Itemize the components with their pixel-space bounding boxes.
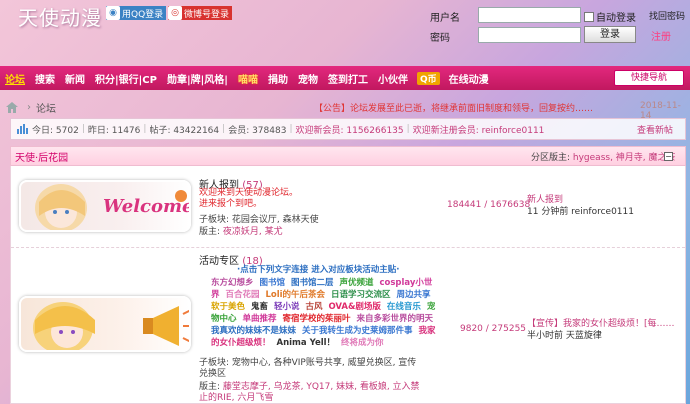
breadcrumb-separator: ›: [27, 101, 31, 113]
nav-item-meow[interactable]: 喵喵: [233, 71, 263, 86]
username-input[interactable]: [478, 7, 581, 23]
forum-row-newbie: Welcome 新人报到 (57) 欢迎来到天使动漫论坛。 进来报个到吧。 子板…: [11, 166, 685, 248]
remember-me[interactable]: 自动登录: [584, 9, 636, 24]
remember-checkbox[interactable]: [584, 11, 594, 22]
register-link[interactable]: 注册: [651, 28, 671, 43]
stat-members: 会员: 378483: [228, 125, 287, 136]
forum-subforums[interactable]: 子板块: 宠物中心, 各种VIP账号共享, 威望兑换区, 宣传兑换区: [199, 358, 419, 380]
event-link[interactable]: 寄宿学校的茱丽叶: [282, 314, 350, 324]
nav-item-points[interactable]: 积分|银行|CP: [90, 71, 162, 86]
forum-desc-line2: 进来报个到吧。: [199, 199, 263, 209]
qq-icon: ◉: [106, 6, 120, 20]
forum-last-post: 【宣传】我家的女仆超级烦！[每…… 半小时前 天蓝旋律: [527, 318, 675, 342]
welcome-banner-text: Welcome: [103, 196, 191, 217]
weibo-login-button[interactable]: ◎ 微博号登录: [168, 6, 233, 20]
password-label: 密码: [430, 33, 450, 44]
forum-moderators-names[interactable]: 夜凉妖月, 某尤: [223, 227, 283, 237]
login-button[interactable]: 登录: [584, 26, 636, 43]
nav-item-forum[interactable]: 论坛: [0, 71, 30, 86]
event-link[interactable]: 来自多彩世界的明天: [356, 314, 433, 324]
view-new-posts-link[interactable]: 查看新帖: [637, 123, 673, 136]
weibo-icon: ◎: [168, 6, 182, 20]
breadcrumb-current[interactable]: 论坛: [36, 100, 56, 115]
last-post-title[interactable]: 新人报到: [527, 194, 634, 206]
collapse-icon[interactable]: −: [664, 151, 673, 161]
nav-item-online-anime[interactable]: 在线动漫: [444, 71, 494, 86]
event-link[interactable]: 图书馆: [259, 278, 285, 288]
forum-thumbnail-welcome[interactable]: Welcome: [19, 180, 191, 232]
announcement-text[interactable]: 【公告】论坛发展至此已逝，将继承前面旧制度和领导，回复按约……: [314, 101, 593, 114]
forum-thread-post-count: 9820 / 275255: [460, 324, 527, 334]
event-link[interactable]: Loli的午后茶会: [265, 290, 325, 300]
forum-moderators-label: 版主:: [199, 382, 223, 392]
event-link[interactable]: 关于我转生成为史莱姆那件事: [302, 326, 413, 336]
last-post-time[interactable]: 半小时前 天蓝旋律: [527, 330, 675, 342]
event-link[interactable]: 轻小说: [274, 302, 300, 312]
event-link[interactable]: 声优频道: [339, 278, 373, 288]
section-mods-label: 分区版主:: [531, 152, 573, 163]
forum-name[interactable]: 活动专区: [199, 256, 239, 267]
stat-yesterday: 昨日: 11476: [87, 125, 141, 136]
nav-item-donate[interactable]: 捐助: [263, 71, 293, 86]
forum-moderators: 版主: 夜凉妖月, 某尤: [199, 224, 283, 237]
stat-today: 今日: 5702: [32, 125, 79, 136]
stat-welcome-registered[interactable]: 欢迎新注册会员: reinforce0111: [413, 123, 545, 136]
forum-desc-line1: 欢迎来到天使动漫论坛。: [199, 188, 299, 198]
forum-last-post: 新人报到 11 分钟前 reinforce0111: [527, 194, 634, 218]
event-link[interactable]: 我真欢的妹妹不是妹妹: [211, 326, 296, 336]
site-logo[interactable]: 天使动漫: [18, 2, 102, 31]
last-post-title[interactable]: 【宣传】我家的女仆超级烦！[每……: [527, 318, 675, 330]
event-link[interactable]: 鬼畜: [251, 302, 268, 312]
find-password-link[interactable]: 找回密码: [649, 9, 685, 22]
section-title[interactable]: 天使·后花园: [15, 149, 68, 164]
stats-bar-icon: [17, 124, 28, 134]
nav-item-pets[interactable]: 宠物: [293, 71, 323, 86]
nav-item-friends[interactable]: 小伙伴: [373, 71, 413, 86]
event-link[interactable]: 日语学习交流区: [331, 290, 391, 300]
event-link[interactable]: OVA&剧场版: [328, 302, 381, 312]
forum-moderators-names[interactable]: 藤堂志摩子, 乌龙茶, YQ17, 妹妹, 看板娘, 立入禁止的RIE, 六月飞…: [199, 382, 420, 403]
nav-item-medals[interactable]: 勋章|牌|风格|: [162, 71, 233, 86]
remember-label: 自动登录: [596, 13, 636, 24]
section-header: 天使·后花园 分区版主: hygeass, 神月寺, 魔之茶 −: [10, 146, 686, 166]
event-link[interactable]: 周边共享: [397, 290, 431, 300]
home-icon[interactable]: [6, 101, 18, 113]
weibo-login-label: 微博号登录: [184, 9, 230, 20]
site-header: 天使动漫 ◉ 用QQ登录 ◎ 微博号登录 用户名 密码 自动登录 登录 找回密码…: [0, 0, 690, 66]
section-mods-names[interactable]: hygeass, 神月寺, 魔之茶: [573, 153, 676, 163]
event-link[interactable]: Anima Yell！: [276, 338, 335, 348]
forum-thread-post-count: 184441 / 1676638: [447, 200, 531, 210]
event-link[interactable]: 软于美色: [211, 302, 245, 312]
qq-login-label: 用QQ登录: [122, 9, 164, 20]
events-intro-line: ·点击下列文字连接 进入对应板块活动主贴·: [237, 265, 400, 275]
nav-item-news[interactable]: 新闻: [60, 71, 90, 86]
event-link[interactable]: 东方幻想乡: [211, 278, 254, 288]
forum-row-events: 活动专区 (18) ·点击下列文字连接 进入对应板块活动主贴· 东方幻想乡 图书…: [11, 248, 685, 404]
event-link[interactable]: 古风: [305, 302, 322, 312]
section-moderators: 分区版主: hygeass, 神月寺, 魔之茶: [531, 150, 676, 163]
nav-item-search[interactable]: 搜索: [30, 71, 60, 86]
nav-item-qcoin[interactable]: Q币: [416, 71, 440, 85]
events-banner-art: [33, 302, 189, 350]
event-link[interactable]: 单曲推荐: [242, 314, 276, 324]
event-link[interactable]: 终将成为你: [341, 338, 384, 348]
main-nav: 论坛 搜索 新闻 积分|银行|CP 勋章|牌|风格| 喵喵 捐助 宠物 签到打工…: [0, 66, 690, 90]
qq-login-button[interactable]: ◉ 用QQ登录: [106, 6, 167, 20]
event-link[interactable]: 百合花园: [225, 290, 259, 300]
forum-moderators-label: 版主:: [199, 227, 223, 237]
forum-stats: 今日: 5702 | 昨日: 11476 | 帖子: 43422164 | 会员: 3…: [10, 118, 686, 140]
forum-list: Welcome 新人报到 (57) 欢迎来到天使动漫论坛。 进来报个到吧。 子板…: [10, 166, 686, 404]
forum-moderators: 版主: 藤堂志摩子, 乌龙茶, YQ17, 妹妹, 看板娘, 立入禁止的RIE,…: [199, 382, 423, 404]
events-link-cloud: 东方幻想乡 图书馆 图书馆二层 声优频道 cosplay小世界 百合花园 Lol…: [211, 277, 441, 349]
last-post-time[interactable]: 11 分钟前 reinforce0111: [527, 206, 634, 218]
forum-thumbnail-events[interactable]: [19, 296, 191, 352]
quick-nav-button[interactable]: 快捷导航: [614, 70, 684, 86]
event-link[interactable]: 在线音乐: [387, 302, 421, 312]
password-input[interactable]: [478, 27, 581, 43]
nav-item-signin[interactable]: 签到打工: [323, 71, 373, 86]
username-label: 用户名: [430, 13, 460, 24]
stat-welcome-new[interactable]: 欢迎新会员: 1156266135: [295, 123, 403, 136]
event-link[interactable]: 图书馆二层: [291, 278, 334, 288]
stat-posts: 帖子: 43422164: [149, 125, 220, 136]
